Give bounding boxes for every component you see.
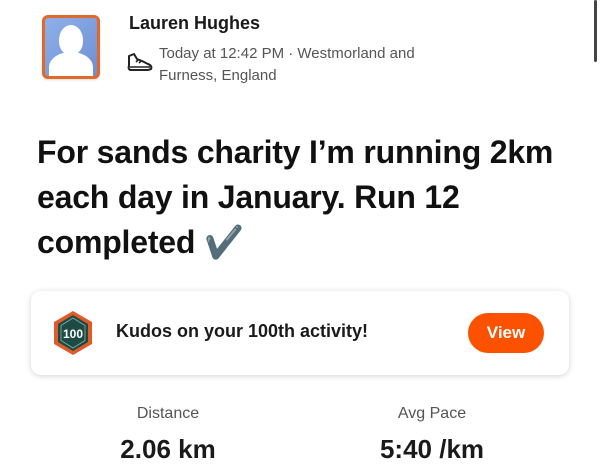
athlete-avatar[interactable] <box>42 15 100 79</box>
running-shoe-icon <box>127 53 153 71</box>
kudos-card[interactable]: 100 Kudos on your 100th activity! View <box>31 291 569 375</box>
activity-meta: Today at 12:42 PM · Westmorland and Furn… <box>159 45 415 84</box>
avatar-silhouette-head <box>59 25 83 55</box>
stat-avg-pace: Avg Pace 5:40 /km <box>332 396 532 466</box>
activity-stats: Distance 2.06 km Avg Pace 5:40 /km <box>0 396 600 464</box>
milestone-badge-icon: 100 <box>54 311 92 355</box>
activity-title-text: For sands charity I’m running 2km each d… <box>37 134 554 260</box>
check-mark-icon: ✔️ <box>203 224 244 260</box>
badge-number: 100 <box>63 327 83 341</box>
activity-header: Lauren Hughes Today at 12:42 PM · Westmo… <box>0 0 600 110</box>
stat-value: 5:40 /km <box>379 434 485 464</box>
scrollbar[interactable] <box>594 0 597 62</box>
view-button[interactable]: View <box>468 313 544 353</box>
stat-label: Distance <box>136 405 200 422</box>
activity-title[interactable]: For sands charity I’m running 2km each d… <box>37 130 577 265</box>
stat-distance: Distance 2.06 km <box>68 396 268 466</box>
kudos-message: Kudos on your 100th activity! <box>116 321 369 341</box>
avatar-silhouette-body <box>49 52 93 76</box>
stat-label: Avg Pace <box>397 405 467 422</box>
stat-value: 2.06 km <box>120 434 216 464</box>
athlete-name[interactable]: Lauren Hughes <box>129 13 260 34</box>
